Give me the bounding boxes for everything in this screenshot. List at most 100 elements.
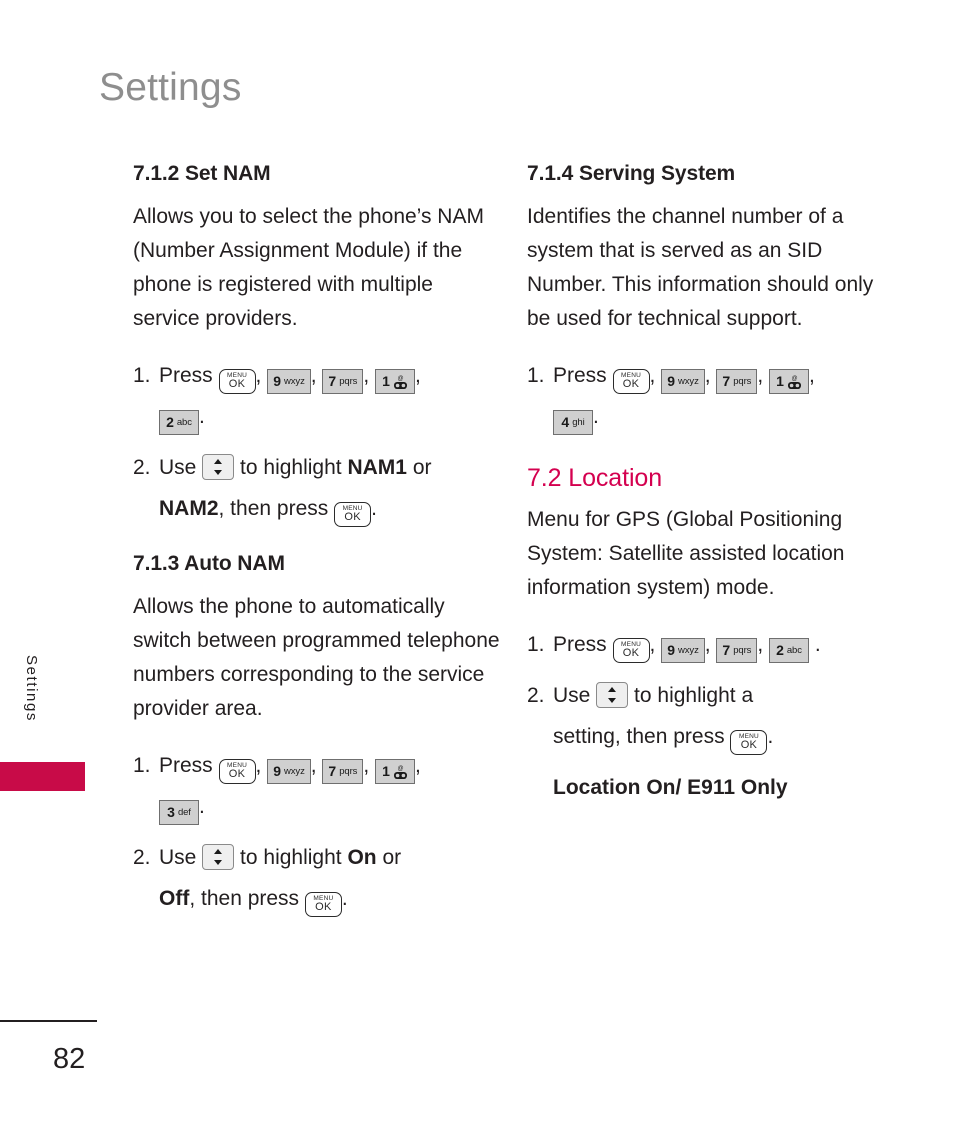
keypad-key-1[interactable]: 1 @: [375, 759, 415, 785]
key-letters: abc: [786, 644, 802, 656]
keypad-key-7[interactable]: 7 pqrs: [716, 369, 758, 395]
period: .: [199, 405, 205, 429]
up-down-navigation-key[interactable]: [596, 681, 629, 708]
key-letters: def: [177, 806, 191, 818]
comma: ,: [649, 632, 656, 656]
voicemail-icon: @: [787, 374, 802, 391]
step-number: 2.: [133, 456, 151, 480]
step-tail: , then press: [189, 886, 300, 910]
comma: ,: [415, 754, 421, 778]
option-nam2: NAM2: [159, 497, 219, 521]
step-number: 1.: [133, 754, 151, 778]
up-down-navigation-key[interactable]: [202, 844, 235, 871]
menu-ok-key[interactable]: MENU OK: [304, 891, 342, 917]
location-options-line: Location On/ E911 Only: [553, 775, 788, 799]
comma: ,: [310, 364, 317, 388]
comma: ,: [809, 364, 815, 388]
keypad-key-2[interactable]: 2 abc: [769, 637, 809, 663]
comma: ,: [255, 364, 262, 388]
voicemail-icon: @: [393, 764, 408, 781]
key-digit: 9: [273, 763, 282, 780]
step-7-1-3-1: 1. Press MENU OK , 9 wxyz, 7 pqrs, 1 @, 3 de…: [133, 746, 505, 828]
comma: ,: [415, 364, 421, 388]
comma: ,: [310, 754, 317, 778]
step-number: 1.: [133, 364, 151, 388]
right-column: 7.1.4 Serving System Identifies the chan…: [527, 162, 899, 819]
period: .: [199, 795, 205, 819]
step-number: 2.: [133, 846, 151, 870]
step-7-2-2: 2. Use to highlight a setting, then pres…: [527, 676, 899, 758]
key-digit: 1: [776, 373, 784, 390]
keypad-key-9[interactable]: 9 wxyz: [661, 637, 705, 663]
key-digit: 7: [722, 641, 731, 658]
key-letters: wxyz: [678, 375, 699, 387]
keypad-key-7[interactable]: 7 pqrs: [716, 637, 758, 663]
side-tab-color-block: [0, 762, 85, 791]
menu-ok-key-bottom-label: OK: [344, 511, 361, 524]
step-number: 1.: [527, 364, 545, 388]
menu-ok-key[interactable]: MENU OK: [612, 369, 650, 395]
comma: ,: [363, 754, 370, 778]
heading-7-2-location: 7.2 Location: [527, 464, 663, 493]
up-down-navigation-key[interactable]: [202, 454, 235, 481]
comma: ,: [255, 754, 262, 778]
step-lead: Press: [553, 364, 607, 388]
conjunction: or: [382, 846, 402, 870]
keypad-key-3[interactable]: 3 def: [159, 800, 199, 826]
key-digit: 1: [382, 763, 390, 780]
step-7-1-2-2: 2. Use to highlight NAM1 or NAM2, then p…: [133, 448, 505, 530]
step-lead: Use: [159, 846, 197, 870]
body-7-1-2: Allows you to select the phone’s NAM (Nu…: [133, 205, 484, 331]
body-7-1-4: Identifies the channel number of a syste…: [527, 205, 874, 331]
menu-ok-key[interactable]: MENU OK: [612, 637, 650, 663]
keypad-key-9[interactable]: 9 wxyz: [661, 369, 705, 395]
keypad-key-7[interactable]: 7 pqrs: [322, 759, 364, 785]
keypad-key-1[interactable]: 1 @: [769, 369, 809, 395]
step-lead: Use: [553, 683, 591, 707]
option-off: Off: [159, 886, 190, 910]
period: .: [593, 405, 599, 429]
step-text: Use to highlight On or Off, then press M…: [159, 838, 505, 920]
step-number: 2.: [527, 683, 545, 707]
key-letters: pqrs: [733, 375, 752, 387]
comma: ,: [649, 364, 656, 388]
keypad-key-2[interactable]: 2 abc: [159, 410, 199, 436]
step-lead: Press: [553, 632, 607, 656]
heading-7-1-3: 7.1.3 Auto NAM: [133, 551, 285, 575]
key-digit: 4: [561, 414, 570, 431]
keypad-key-9[interactable]: 9 wxyz: [267, 369, 311, 395]
keypad-key-9[interactable]: 9 wxyz: [267, 759, 311, 785]
keypad-key-4[interactable]: 4 ghi: [553, 410, 593, 436]
key-letters: wxyz: [678, 644, 699, 656]
period: .: [814, 632, 821, 656]
step-7-1-4-1: 1. Press MENU OK , 9 wxyz, 7 pqrs, 1 @, 4 gh…: [527, 356, 899, 438]
key-digit: 9: [667, 373, 676, 390]
location-options-line-wrapper: Location On/ E911 Only: [527, 768, 899, 809]
key-digit: 7: [328, 763, 337, 780]
comma: ,: [704, 632, 711, 656]
key-digit: 2: [776, 641, 784, 658]
menu-ok-key[interactable]: MENU OK: [730, 729, 768, 755]
key-letters: pqrs: [339, 375, 358, 387]
heading-7-1-2: 7.1.2 Set NAM: [133, 162, 271, 185]
menu-ok-key-bottom-label: OK: [622, 646, 640, 659]
step-lead: Press: [159, 364, 213, 388]
menu-ok-key[interactable]: MENU OK: [218, 759, 256, 785]
comma: ,: [757, 632, 764, 656]
comma: ,: [363, 364, 370, 388]
heading-7-1-4: 7.1.4 Serving System: [527, 162, 736, 185]
page-number: 82: [53, 1043, 86, 1075]
key-letters: ghi: [572, 416, 585, 428]
option-nam1: NAM1: [347, 456, 407, 480]
body-7-1-3: Allows the phone to automatically switch…: [133, 595, 500, 721]
keypad-key-7[interactable]: 7 pqrs: [322, 369, 364, 395]
menu-ok-key[interactable]: MENU OK: [218, 369, 256, 395]
menu-ok-key[interactable]: MENU OK: [334, 502, 372, 528]
keypad-key-1[interactable]: 1 @: [375, 369, 415, 395]
menu-ok-key-bottom-label: OK: [228, 378, 246, 391]
step-text: Use to highlight a setting, then press M…: [553, 676, 899, 758]
step-7-2-1: 1. Press MENU OK , 9 wxyz, 7 pqrs, 2 abc .: [527, 625, 899, 666]
step-mid: to highlight a: [634, 683, 754, 707]
key-digit: 7: [328, 373, 337, 390]
